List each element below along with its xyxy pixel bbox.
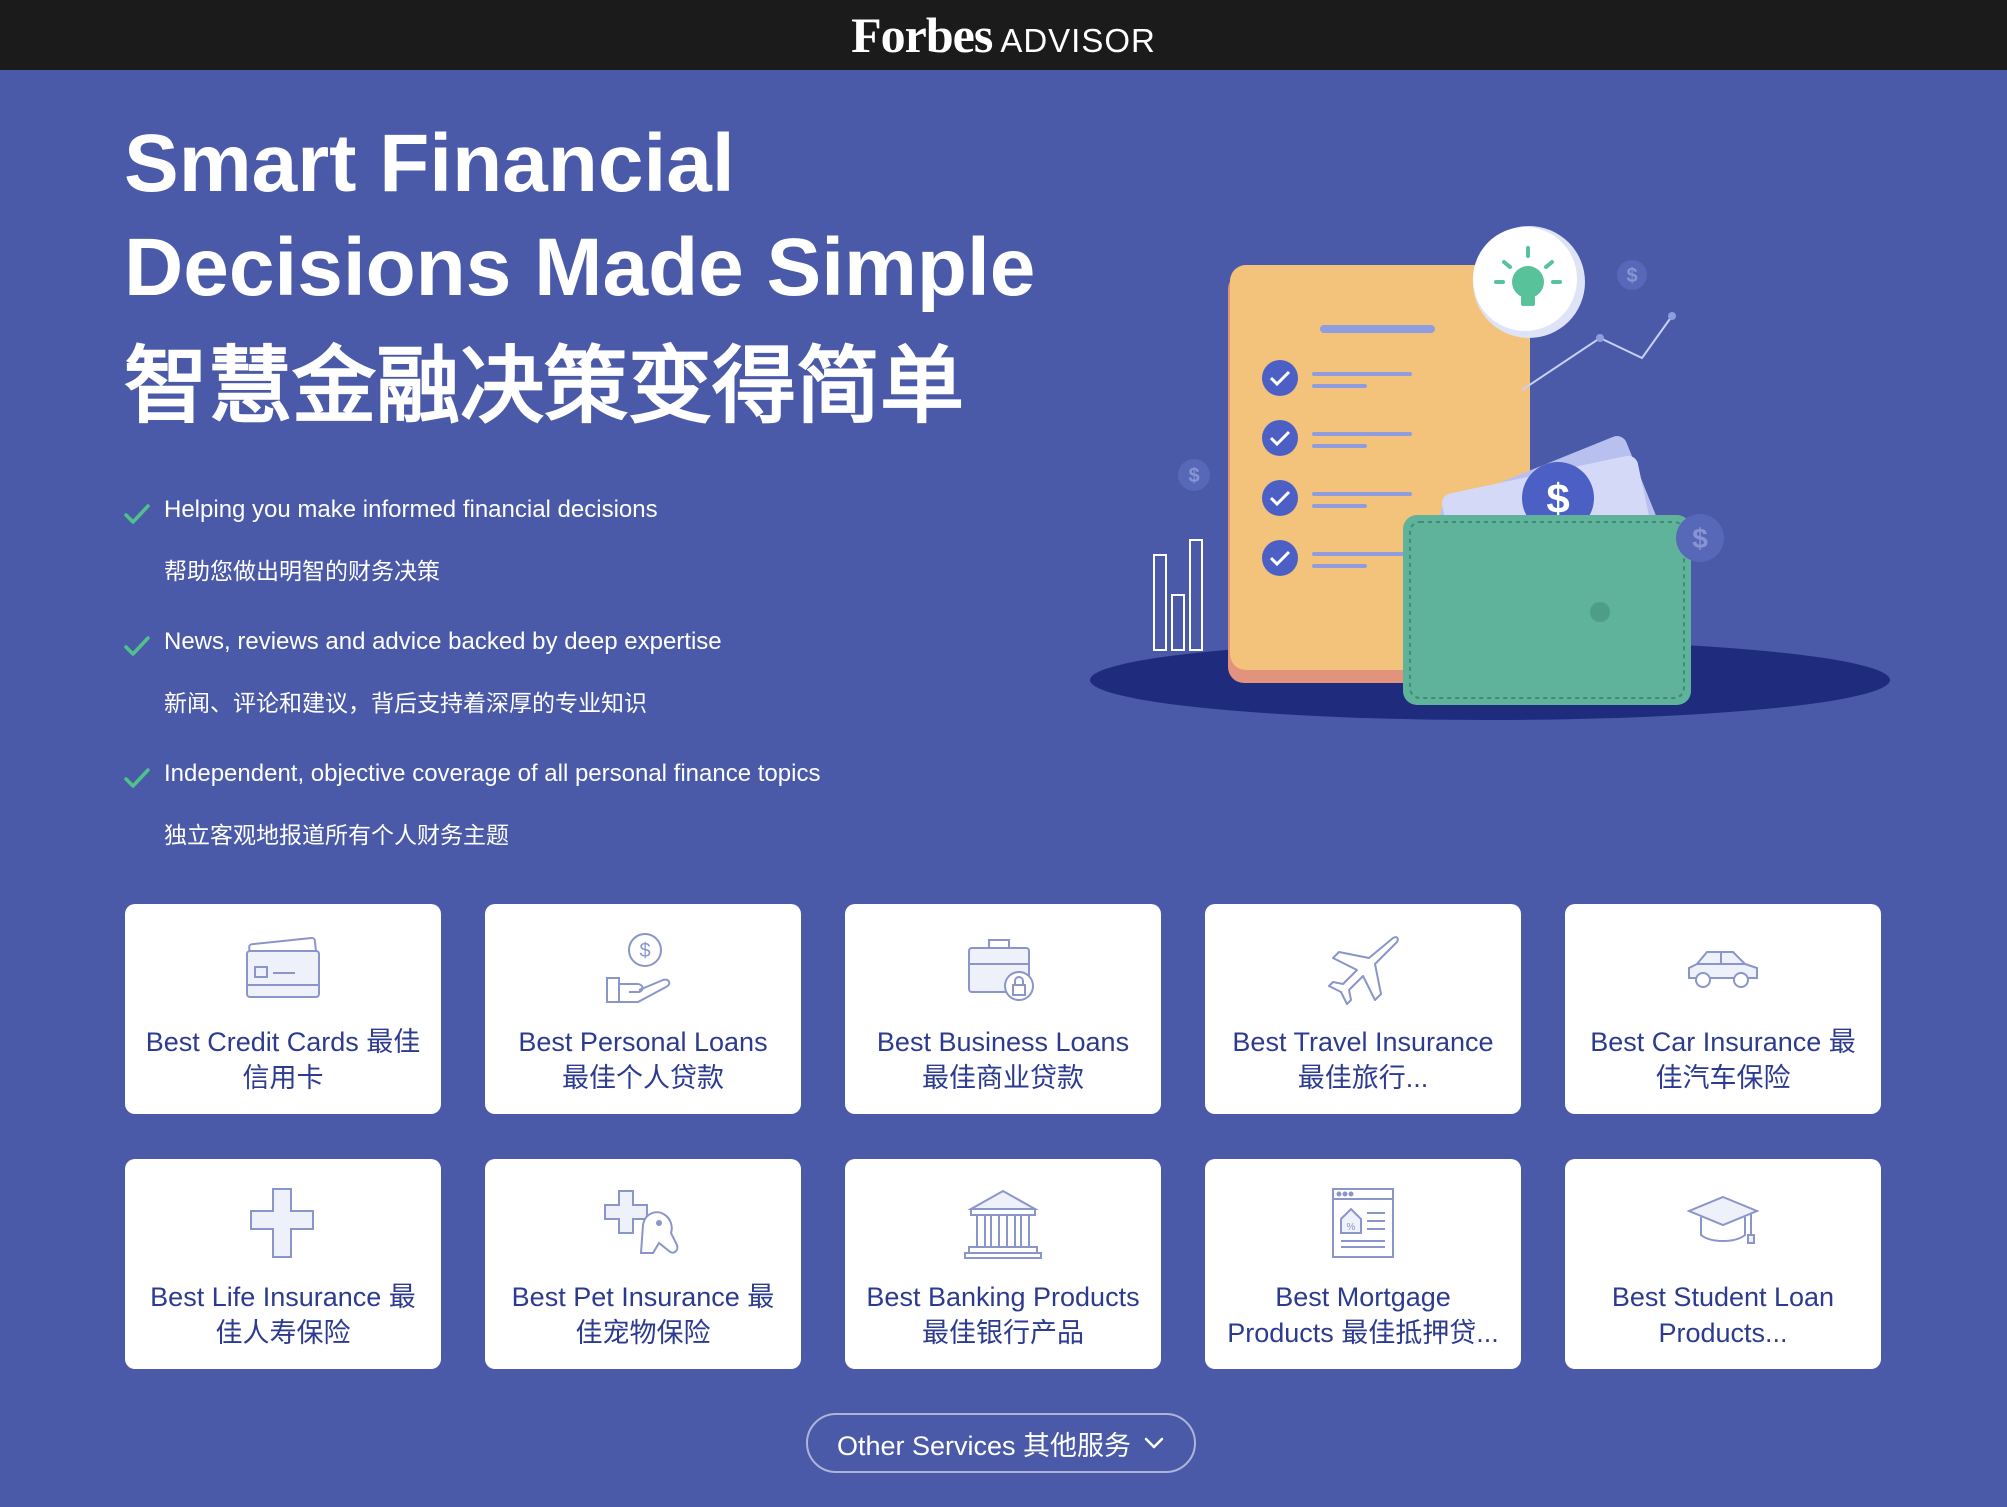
- brand-suffix: ADVISOR: [1000, 22, 1156, 59]
- category-label: Best Mortgage Products 最佳抵押贷...: [1227, 1282, 1499, 1348]
- category-card-pet-insurance[interactable]: Best Pet Insurance 最佳宠物保险: [485, 1159, 801, 1369]
- svg-text:$: $: [1626, 265, 1637, 287]
- check-icon: [124, 504, 150, 524]
- category-card-credit-cards[interactable]: Best Credit Cards 最佳信用卡: [125, 904, 441, 1114]
- category-label: Best Business Loans 最佳商业贷款: [876, 1027, 1130, 1093]
- hero-illustration: $ $ $ $: [1090, 226, 1890, 720]
- feature-item: Independent, objective coverage of all p…: [124, 754, 1024, 886]
- category-card-mortgage-products[interactable]: % Best Mortgage Products 最佳抵押贷...: [1205, 1159, 1521, 1369]
- mortgage-document-icon: %: [1323, 1185, 1403, 1261]
- category-label: Best Credit Cards 最佳信用卡: [145, 1027, 421, 1093]
- hero-title-chinese: 智慧金融决策变得简单: [124, 336, 965, 435]
- hero-title-line-1: Smart Financial: [124, 118, 735, 209]
- feature-text: News, reviews and advice backed by deep …: [164, 628, 722, 655]
- category-card-banking-products[interactable]: Best Banking Products 最佳银行产品: [845, 1159, 1161, 1369]
- chevron-down-icon: [1144, 1437, 1164, 1449]
- category-card-life-insurance[interactable]: Best Life Insurance 最佳人寿保险: [125, 1159, 441, 1369]
- graduation-cap-icon: [1683, 1185, 1763, 1261]
- brand-name: Forbes: [851, 7, 993, 63]
- svg-text:$: $: [1692, 523, 1708, 554]
- category-card-student-loans[interactable]: Best Student Loan Products...: [1565, 1159, 1881, 1369]
- category-card-travel-insurance[interactable]: Best Travel Insurance 最佳旅行...: [1205, 904, 1521, 1114]
- svg-text:$: $: [1546, 475, 1569, 522]
- hero-title-line-2: Decisions Made Simple: [124, 222, 1036, 313]
- check-icon: [124, 768, 150, 788]
- other-services-button[interactable]: Other Services 其他服务: [806, 1413, 1196, 1473]
- category-label: Best Life Insurance 最佳人寿保险: [150, 1282, 416, 1348]
- car-icon: [1683, 930, 1763, 1006]
- other-services-label: Other Services 其他服务: [836, 1430, 1132, 1461]
- feature-item: News, reviews and advice backed by deep …: [124, 622, 1024, 754]
- svg-text:$: $: [1188, 465, 1199, 487]
- pet-cross-icon: [603, 1185, 683, 1261]
- category-label: Best Car Insurance 最佳汽车保险: [1590, 1027, 1856, 1093]
- category-card-car-insurance[interactable]: Best Car Insurance 最佳汽车保险: [1565, 904, 1881, 1114]
- category-card-business-loans[interactable]: Best Business Loans 最佳商业贷款: [845, 904, 1161, 1114]
- feature-text-chinese: 新闻、评论和建议，背后支持着深厚的专业知识: [164, 691, 647, 717]
- feature-text: Helping you make informed financial deci…: [164, 496, 658, 523]
- check-icon: [124, 636, 150, 656]
- feature-text-chinese: 独立客观地报道所有个人财务主题: [164, 823, 509, 849]
- forbes-advisor-logo[interactable]: Forbes ADVISOR: [851, 6, 1156, 64]
- top-bar: Forbes ADVISOR: [0, 0, 2007, 70]
- feature-text-chinese: 帮助您做出明智的财务决策: [164, 559, 440, 585]
- hero-title: Smart Financial Decisions Made Simple: [124, 112, 1035, 320]
- svg-text:$: $: [639, 940, 650, 962]
- feature-list: Helping you make informed financial deci…: [124, 490, 1024, 886]
- category-label: Best Pet Insurance 最佳宠物保险: [511, 1282, 775, 1348]
- category-label: Best Personal Loans 最佳个人贷款: [518, 1027, 768, 1093]
- medical-cross-icon: [243, 1185, 323, 1261]
- category-label: Best Student Loan Products...: [1611, 1282, 1835, 1348]
- hand-coin-icon: $: [603, 930, 683, 1006]
- svg-text:%: %: [1347, 1222, 1356, 1233]
- category-label: Best Travel Insurance 最佳旅行...: [1232, 1027, 1494, 1093]
- airplane-icon: [1323, 930, 1403, 1006]
- feature-text: Independent, objective coverage of all p…: [164, 760, 821, 787]
- bank-icon: [963, 1185, 1043, 1261]
- feature-item: Helping you make informed financial deci…: [124, 490, 1024, 622]
- briefcase-lock-icon: [963, 930, 1043, 1006]
- category-label: Best Banking Products 最佳银行产品: [866, 1282, 1140, 1348]
- category-card-personal-loans[interactable]: $ Best Personal Loans 最佳个人贷款: [485, 904, 801, 1114]
- credit-card-icon: [243, 930, 323, 1006]
